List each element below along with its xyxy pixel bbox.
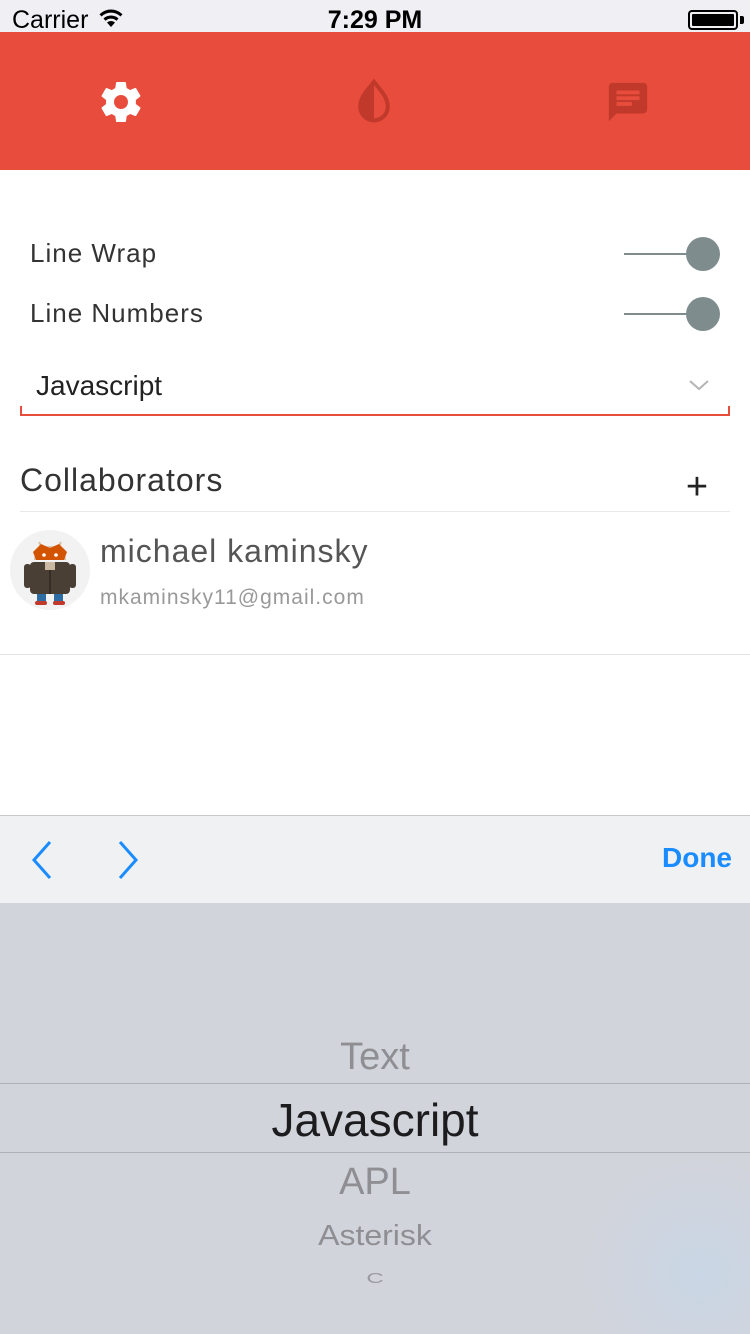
picker-option[interactable]: APL — [0, 1161, 750, 1204]
picker-option[interactable]: Text — [0, 1036, 750, 1079]
divider — [20, 511, 730, 512]
language-picker[interactable]: Text Javascript APL Asterisk C — [0, 903, 750, 1334]
language-select[interactable]: Javascript — [20, 360, 730, 416]
keyboard-accessory-bar: Done — [0, 815, 750, 903]
picker-option[interactable]: C — [0, 1271, 750, 1288]
toggle-knob[interactable] — [686, 237, 720, 271]
collaborators-heading: Collaborators — [20, 462, 224, 498]
line-wrap-label: Line Wrap — [30, 238, 158, 268]
battery-icon — [688, 10, 738, 30]
gear-icon[interactable] — [96, 77, 146, 127]
chevron-down-icon — [688, 378, 710, 397]
toggle-track — [624, 253, 694, 255]
picker-option-selected[interactable]: Javascript — [0, 1093, 750, 1147]
chat-icon[interactable] — [603, 77, 653, 127]
language-select-value: Javascript — [36, 370, 163, 401]
line-numbers-label: Line Numbers — [30, 298, 204, 328]
picker-selection-line — [0, 1152, 750, 1153]
avatar — [10, 530, 90, 610]
add-collaborator-button[interactable]: + — [678, 466, 716, 508]
picker-selection-line — [0, 1083, 750, 1084]
toggle-track — [624, 313, 694, 315]
line-numbers-toggle[interactable] — [622, 294, 724, 334]
top-toolbar — [0, 32, 750, 170]
battery-tip — [740, 16, 744, 24]
chevron-right-icon[interactable] — [110, 838, 144, 882]
done-button[interactable]: Done — [662, 842, 732, 874]
collaborator-name: michael kaminsky — [100, 533, 369, 569]
divider — [0, 654, 750, 655]
contrast-drop-icon[interactable] — [349, 77, 399, 127]
chevron-left-icon[interactable] — [26, 838, 60, 882]
collaborator-email: mkaminsky11@gmail.com — [100, 586, 365, 609]
line-wrap-toggle[interactable] — [622, 234, 724, 274]
toggle-knob[interactable] — [686, 297, 720, 331]
picker-option[interactable]: Asterisk — [0, 1219, 750, 1252]
status-time: 7:29 PM — [327, 6, 423, 34]
